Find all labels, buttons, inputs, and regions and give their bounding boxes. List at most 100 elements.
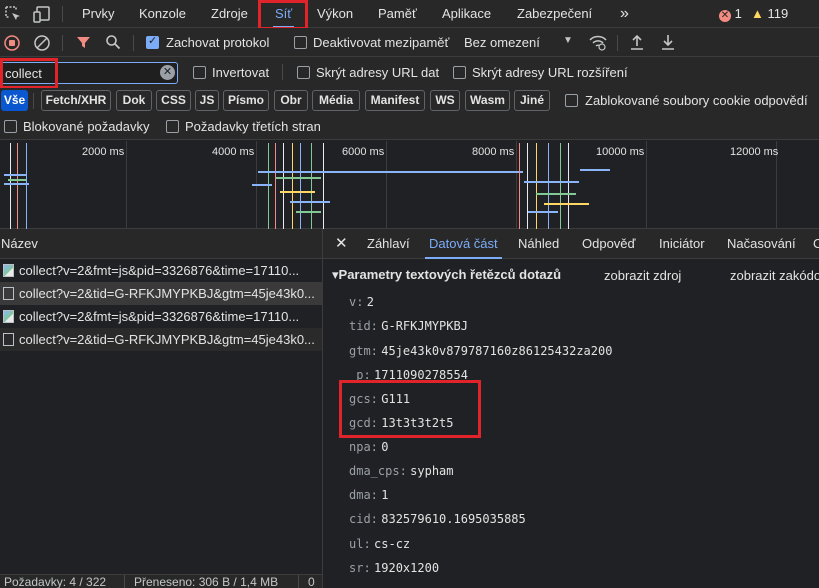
timeline-marker xyxy=(17,143,18,229)
tab-payload[interactable]: Datová část xyxy=(425,229,502,259)
param-key: cid: xyxy=(349,512,378,526)
timeline-bar xyxy=(276,177,321,179)
type-filter-all[interactable]: Vše xyxy=(1,90,28,111)
request-name: collect?v=2&fmt=js&pid=3326876&time=1711… xyxy=(19,309,300,324)
preserve-log-checkbox[interactable] xyxy=(146,34,159,49)
type-filter-css[interactable]: CSS xyxy=(156,90,191,111)
request-name: collect?v=2&tid=G-RFKJMYPKBJ&gtm=45je43k… xyxy=(19,332,315,347)
hide-extension-urls-checkbox[interactable] xyxy=(453,66,466,79)
device-toolbar-icon[interactable] xyxy=(33,5,51,23)
type-filter-manifest[interactable]: Manifest xyxy=(365,90,425,111)
view-url-encoded-link[interactable]: zobrazit zakódo xyxy=(730,268,819,283)
invert-checkbox[interactable] xyxy=(193,66,206,79)
tab-cookies[interactable]: C xyxy=(813,229,819,259)
request-row-selected[interactable]: collect?v=2&tid=G-RFKJMYPKBJ&gtm=45je43k… xyxy=(0,282,322,305)
query-param: tid: G-RFKJMYPKBJ xyxy=(349,316,468,336)
tab-initiator[interactable]: Iniciátor xyxy=(659,229,705,259)
name-column-header[interactable]: Název xyxy=(0,229,322,259)
network-overview-timeline[interactable]: 2000 ms 4000 ms 6000 ms 8000 ms 10000 ms… xyxy=(0,141,819,229)
import-har-icon[interactable] xyxy=(629,33,645,51)
request-row[interactable]: collect?v=2&fmt=js&pid=3326876&time=1711… xyxy=(0,259,322,282)
filter-icon[interactable] xyxy=(76,35,91,50)
query-param: ul: cs-cz xyxy=(349,534,410,554)
timeline-gridline xyxy=(516,141,517,229)
param-key: tid: xyxy=(349,319,378,333)
type-filter-fetch-xhr[interactable]: Fetch/XHR xyxy=(41,90,111,111)
error-counter[interactable]: ✕ 1 xyxy=(719,6,742,22)
timeline-marker xyxy=(560,143,561,229)
timeline-bar xyxy=(8,179,26,181)
separator xyxy=(298,575,299,588)
more-tabs-button[interactable]: » xyxy=(618,0,631,28)
tab-headers[interactable]: Záhlaví xyxy=(367,229,410,259)
param-value: 1920x1200 xyxy=(374,561,440,575)
warning-count: 119 xyxy=(767,6,789,21)
tab-timing[interactable]: Načasování xyxy=(727,229,796,259)
timeline-tick-label: 8000 ms xyxy=(472,146,515,158)
throttling-select[interactable]: Bez omezení xyxy=(464,35,540,50)
document-file-icon xyxy=(3,287,14,300)
tab-console[interactable]: Konzole xyxy=(137,0,188,28)
disable-cache-checkbox[interactable] xyxy=(294,36,307,49)
third-party-checkbox[interactable] xyxy=(166,120,179,133)
param-key: dma: xyxy=(349,488,378,502)
error-icon: ✕ xyxy=(719,10,731,22)
type-filter-js[interactable]: JS xyxy=(195,90,219,111)
param-value: 45je43k0v879787160z86125432za200 xyxy=(381,344,613,358)
type-filter-doc[interactable]: Dok xyxy=(116,90,152,111)
tab-application[interactable]: Aplikace xyxy=(440,0,493,28)
timeline-tick-label: 10000 ms xyxy=(596,146,645,158)
highlight-filter-input xyxy=(0,58,58,89)
timeline-bar xyxy=(528,211,558,213)
timeline-bar xyxy=(536,193,576,195)
request-row[interactable]: collect?v=2&tid=G-RFKJMYPKBJ&gtm=45je43k… xyxy=(0,328,322,351)
view-source-link[interactable]: zobrazit zdroj xyxy=(604,268,681,283)
export-har-icon[interactable] xyxy=(660,33,676,51)
record-stop-icon[interactable] xyxy=(4,35,20,51)
timeline-marker xyxy=(10,143,11,229)
request-row[interactable]: collect?v=2&fmt=js&pid=3326876&time=1711… xyxy=(0,305,322,328)
type-filter-other[interactable]: Jiné xyxy=(514,90,550,111)
details-tabbar: ✕ Záhlaví Datová část Náhled Odpověď Ini… xyxy=(322,229,819,259)
query-param: sr: 1920x1200 xyxy=(349,558,439,578)
query-param: cid: 832579610.1695035885 xyxy=(349,509,526,529)
timeline-marker xyxy=(323,143,324,229)
query-params-section-toggle[interactable]: ▾Parametry textových řetězců dotazů xyxy=(332,267,561,283)
type-filter-font[interactable]: Písmo xyxy=(223,90,269,111)
tab-performance[interactable]: Výkon xyxy=(315,0,355,28)
timeline-tick-label: 6000 ms xyxy=(342,146,385,158)
request-name: collect?v=2&tid=G-RFKJMYPKBJ&gtm=45je43k… xyxy=(19,286,315,301)
hide-data-urls-checkbox[interactable] xyxy=(297,66,310,79)
devtools-tabbar: Prvky Konzole Zdroje Síť Výkon Paměť Apl… xyxy=(0,0,819,28)
status-bar: Požadavky: 4 / 322 Přeneseno: 306 B / 1,… xyxy=(0,574,322,588)
blocked-requests-label: Blokované požadavky xyxy=(23,119,150,134)
timeline-bar xyxy=(258,171,523,173)
tab-response[interactable]: Odpověď xyxy=(582,229,636,259)
inspect-element-icon[interactable] xyxy=(4,5,22,23)
type-filter-ws[interactable]: WS xyxy=(430,90,460,111)
timeline-marker xyxy=(275,143,276,229)
blocked-cookies-checkbox[interactable] xyxy=(565,94,578,107)
param-key: ul: xyxy=(349,537,371,551)
separator xyxy=(124,575,125,588)
tab-elements[interactable]: Prvky xyxy=(80,0,117,28)
disable-cache-label: Deaktivovat mezipaměť xyxy=(313,35,450,50)
warning-counter[interactable]: ▲ 119 xyxy=(751,6,788,21)
network-conditions-icon[interactable] xyxy=(588,33,608,51)
search-icon[interactable] xyxy=(105,34,121,50)
type-filter-media[interactable]: Média xyxy=(312,90,360,111)
timeline-marker xyxy=(311,143,312,229)
tab-memory[interactable]: Paměť xyxy=(376,0,419,28)
blocked-requests-checkbox[interactable] xyxy=(4,120,17,133)
clear-icon[interactable] xyxy=(34,35,50,51)
param-value: cs-cz xyxy=(374,537,411,551)
type-filter-wasm[interactable]: Wasm xyxy=(465,90,510,111)
type-filter-img[interactable]: Obr xyxy=(274,90,308,111)
close-details-button[interactable]: ✕ xyxy=(335,229,348,259)
timeline-tick-label: 4000 ms xyxy=(212,146,255,158)
tab-sources[interactable]: Zdroje xyxy=(209,0,250,28)
clear-filter-icon[interactable]: ✕ xyxy=(160,65,175,80)
tab-preview[interactable]: Náhled xyxy=(518,229,559,259)
tab-security[interactable]: Zabezpečení xyxy=(515,0,594,28)
timeline-bar xyxy=(280,191,315,193)
